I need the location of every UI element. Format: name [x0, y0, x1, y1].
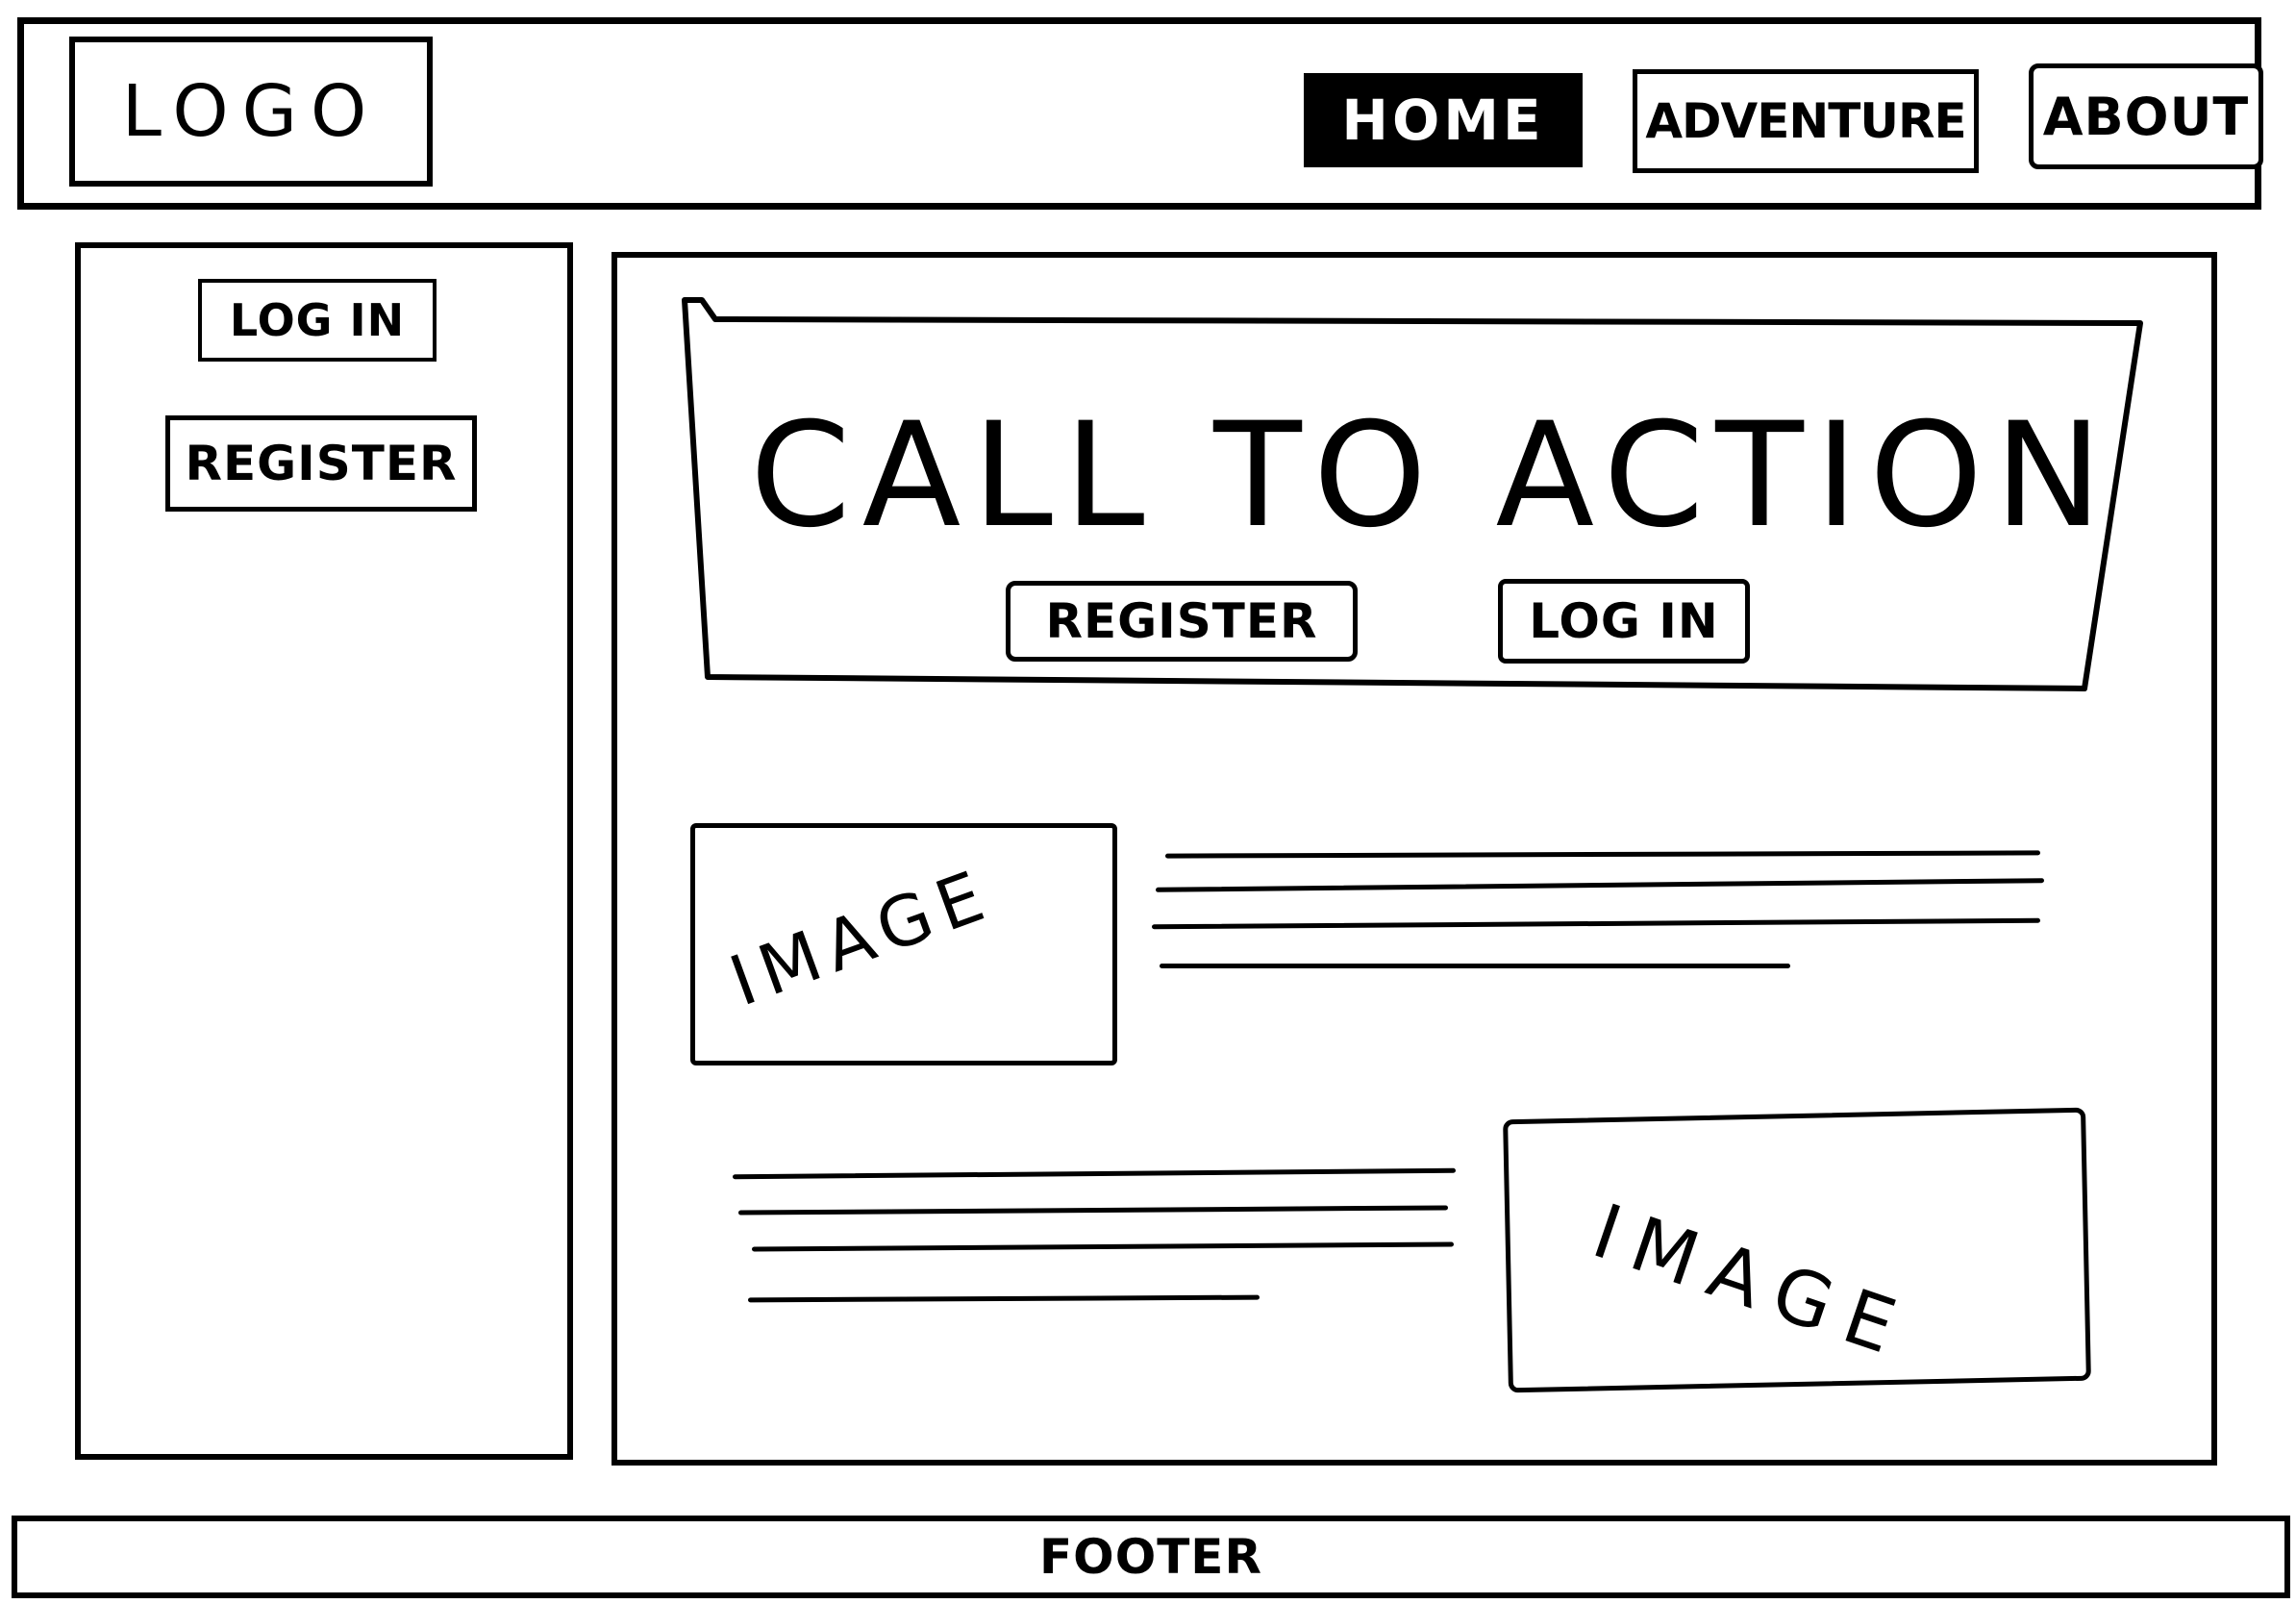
cta-register-button[interactable]: REGISTER: [1006, 581, 1358, 662]
nav-item-home[interactable]: HOME: [1304, 73, 1583, 167]
cta-login-button[interactable]: LOG IN: [1498, 579, 1750, 664]
text-line: [1160, 964, 1790, 968]
image-placeholder-label: IMAGE: [719, 852, 1003, 1022]
nav-item-about[interactable]: ABOUT: [2029, 63, 2263, 169]
nav-item-adventure[interactable]: ADVENTURE: [1633, 69, 1979, 173]
image-placeholder-2: IMAGE: [1503, 1107, 2091, 1393]
logo[interactable]: LOGO: [69, 37, 433, 187]
sidebar-login-button[interactable]: LOG IN: [198, 279, 437, 362]
call-to-action-title: CALL TO ACTION: [750, 392, 2114, 560]
sidebar-register-button[interactable]: REGISTER: [165, 415, 477, 512]
image-placeholder-1: IMAGE: [690, 823, 1117, 1065]
image-placeholder-label: IMAGE: [1582, 1188, 1922, 1377]
footer: FOOTER: [12, 1516, 2290, 1598]
